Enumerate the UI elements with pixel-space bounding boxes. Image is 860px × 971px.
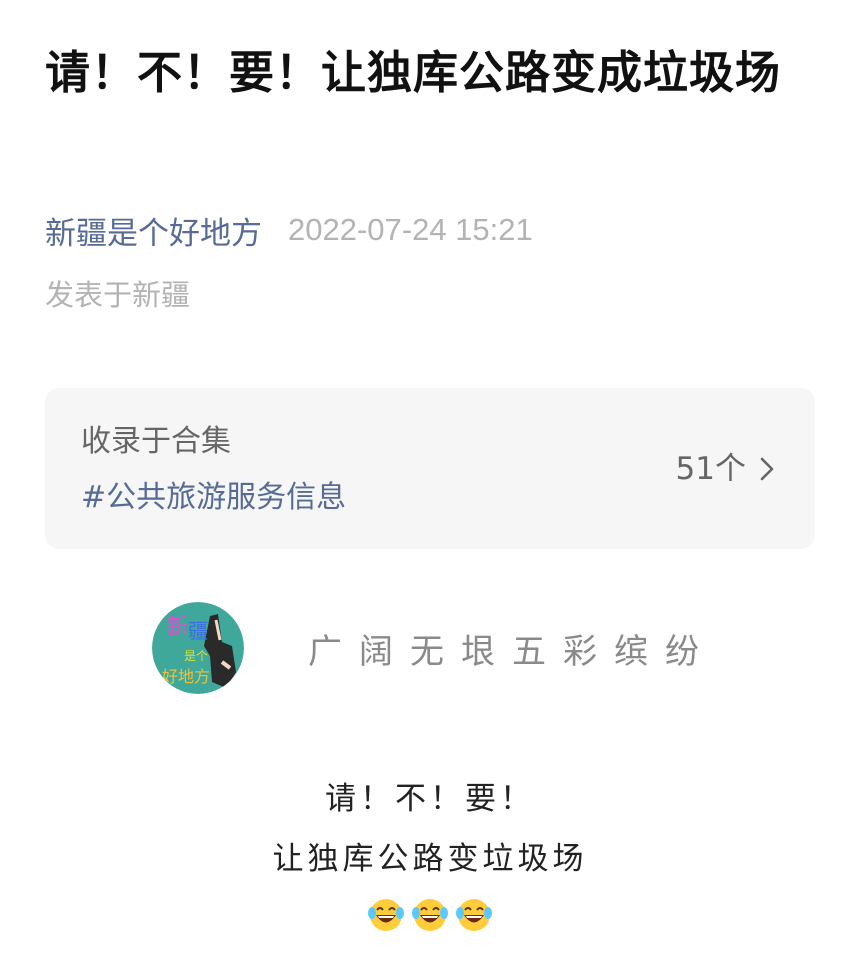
article-meta: 新疆是个好地方 2022-07-24 15:21	[45, 206, 533, 254]
collection-label: 收录于合集	[81, 424, 231, 459]
laughing-tears-emoji-icon	[412, 899, 448, 931]
avatar-char-1: 新	[166, 615, 188, 640]
chevron-right-icon	[760, 457, 774, 481]
avatar[interactable]: 新 疆 是个 好地方	[152, 602, 244, 694]
body-text-line-2: 让独库公路变垃圾场	[272, 841, 588, 877]
publish-location: 发表于新疆	[45, 278, 191, 312]
collection-count-text: 51个	[675, 451, 746, 487]
collection-card[interactable]: 收录于合集 #公共旅游服务信息 51个	[45, 388, 815, 549]
publish-date: 2022-07-24 15:21	[288, 212, 533, 247]
avatar-char-2: 疆	[188, 619, 208, 643]
collection-tag[interactable]: #公共旅游服务信息	[81, 477, 346, 519]
body-text-line-1: 请！不！要！	[325, 781, 535, 817]
avatar-logo-icon: 新 疆 是个 好地方	[152, 602, 244, 694]
account-banner: 新 疆 是个 好地方 广阔无垠五彩缤纷	[152, 602, 716, 694]
laughing-tears-emoji-icon	[368, 899, 404, 931]
avatar-char-4: 好地方	[162, 667, 210, 686]
article-title: 请！不！要！让独库公路变成垃圾场	[45, 46, 782, 99]
collection-count[interactable]: 51个	[676, 448, 775, 490]
laughing-tears-emoji-icon	[456, 899, 492, 931]
account-slogan: 广阔无垠五彩缤纷	[308, 631, 716, 672]
avatar-char-3: 是个	[184, 649, 208, 663]
emoji-row	[0, 896, 860, 934]
author-link[interactable]: 新疆是个好地方	[45, 208, 262, 253]
